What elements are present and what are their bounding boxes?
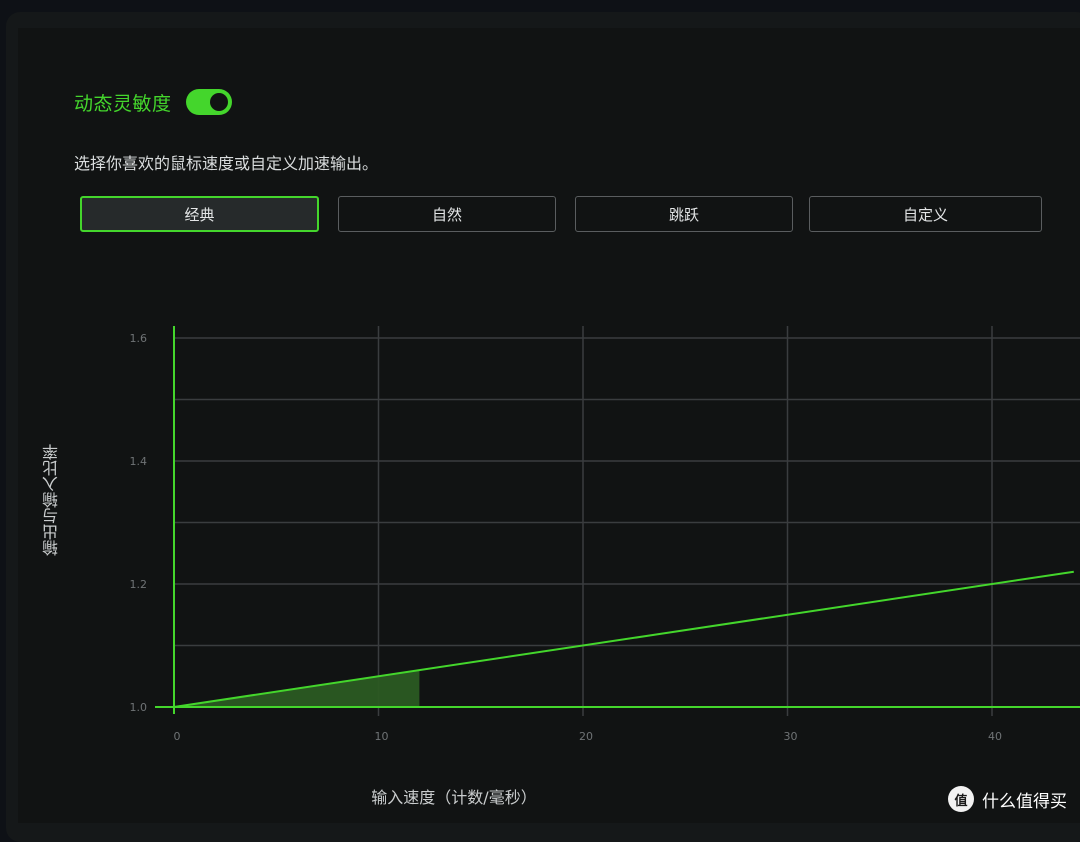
watermark-text: 什么值得买: [982, 791, 1067, 812]
x-tick-label: 40: [988, 730, 1002, 743]
series-line: [173, 570, 1074, 708]
chart-series: [173, 570, 1074, 708]
x-tick-label: 20: [579, 730, 593, 743]
chart-grid: [174, 326, 1080, 716]
chart-axes: [155, 326, 1080, 714]
site-watermark: 值 什么值得买: [948, 786, 1067, 812]
acceleration-curve-chart[interactable]: 0 10 20 30 40 1.0 1.2 1.4 1.6: [0, 0, 1080, 823]
watermark-logo-icon: 值: [948, 786, 974, 812]
y-tick-label: 1.2: [130, 578, 148, 591]
chart-tick-labels: 0 10 20 30 40 1.0 1.2 1.4 1.6: [130, 332, 1003, 743]
y-tick-label: 1.4: [130, 455, 148, 468]
y-tick-label: 1.6: [130, 332, 148, 345]
y-tick-label: 1.0: [130, 701, 148, 714]
x-tick-label: 30: [784, 730, 798, 743]
x-tick-label: 10: [375, 730, 389, 743]
x-tick-label: 0: [174, 730, 181, 743]
